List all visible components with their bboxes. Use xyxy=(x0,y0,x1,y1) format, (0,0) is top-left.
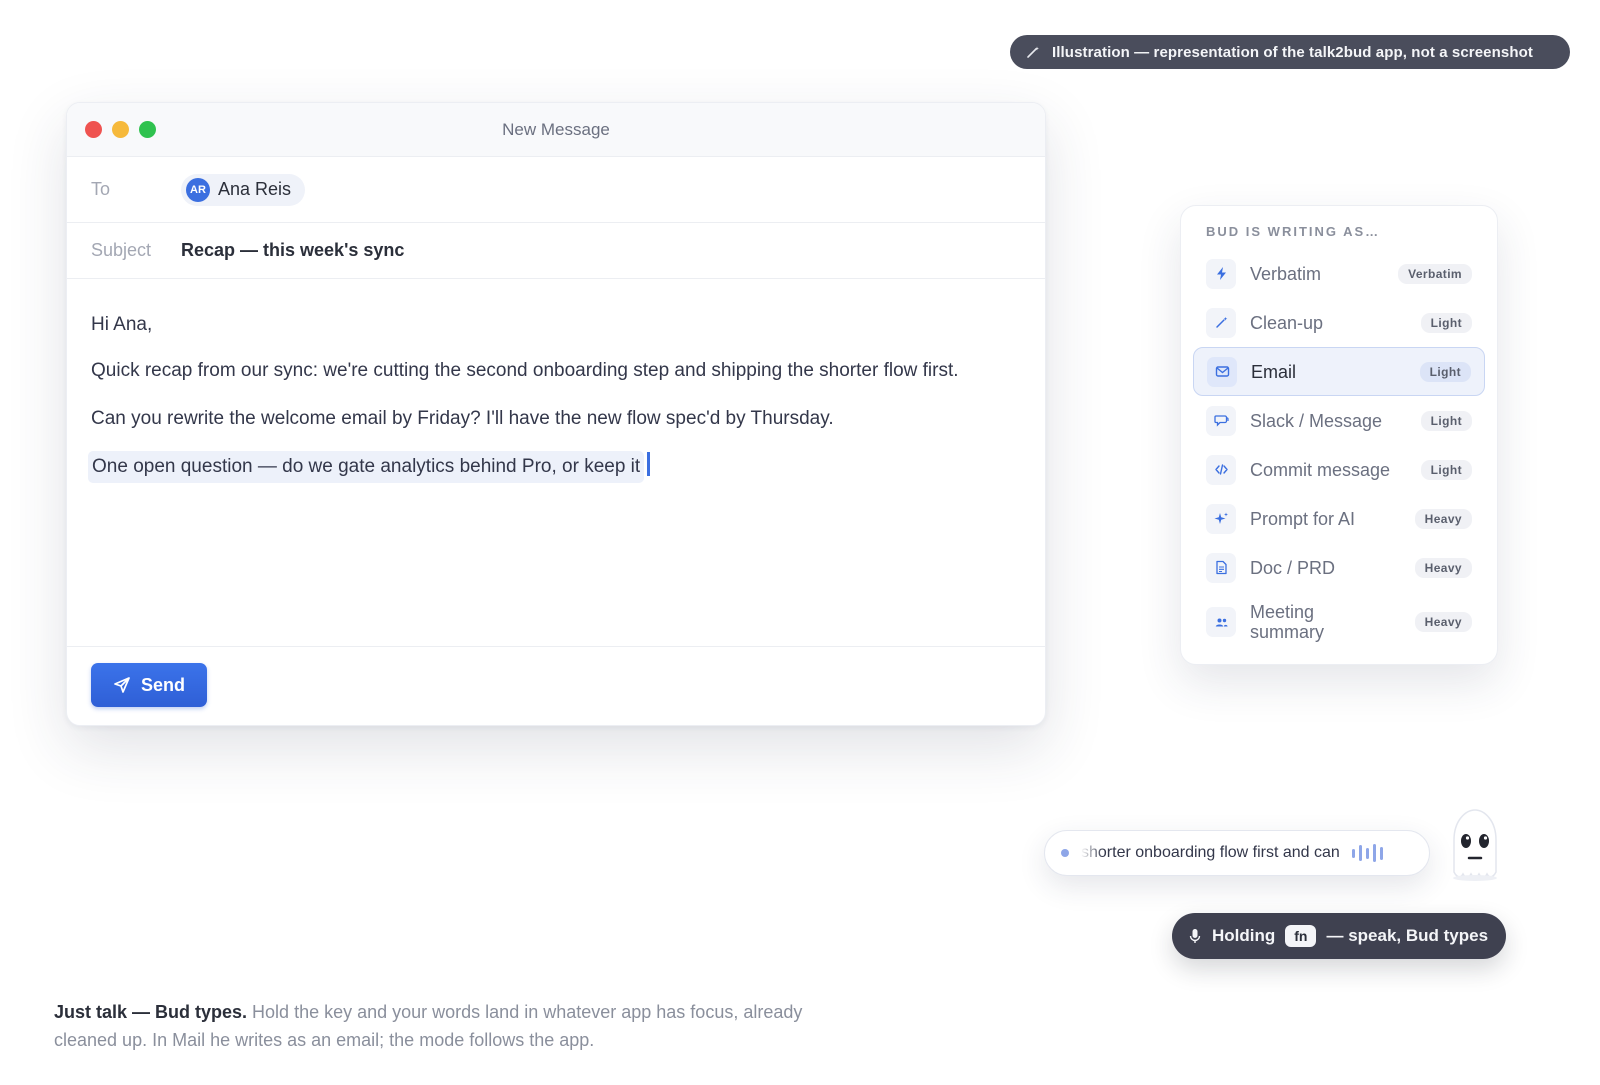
compose-footer: Send xyxy=(67,647,1045,723)
mode-badge: Light xyxy=(1420,312,1472,333)
mode-item-meeting-summary[interactable]: Meeting summary Heavy xyxy=(1193,592,1485,652)
minimize-window-button[interactable] xyxy=(112,121,129,138)
body-greeting: Hi Ana, xyxy=(91,314,153,335)
envelope-icon xyxy=(1207,356,1237,387)
hold-to-speak-pill: Holding fn — speak, Bud types xyxy=(1172,913,1506,959)
send-button-label: Send xyxy=(141,674,186,695)
mode-badge: Heavy xyxy=(1414,508,1472,529)
zoom-window-button[interactable] xyxy=(139,121,156,138)
to-label: To xyxy=(91,179,111,199)
subject-value[interactable]: Recap — this week's sync xyxy=(181,240,404,261)
caption: Just talk — Bud types. Hold the key and … xyxy=(54,998,814,1054)
caption-lead: Just talk — Bud types. xyxy=(54,1002,248,1022)
body-live-paragraph: One open question — do we gate analytics… xyxy=(88,451,1021,483)
live-transcript-pill: shorter onboarding flow first and can xyxy=(1044,830,1430,876)
microphone-icon xyxy=(1189,929,1201,943)
mode-badge: Heavy xyxy=(1414,612,1472,632)
recipient-name: Ana Reis xyxy=(218,179,292,199)
sparkle-icon xyxy=(1206,503,1236,534)
mode-item-clean-up[interactable]: Clean-up Light xyxy=(1193,298,1485,347)
wand-icon xyxy=(1027,46,1039,58)
transcript-text: shorter onboarding flow first and can xyxy=(1081,844,1340,861)
subject-field[interactable]: Subject Recap — this week's sync xyxy=(67,223,1045,279)
mode-label: Slack / Message xyxy=(1250,410,1383,431)
mode-label: Commit message xyxy=(1250,459,1391,480)
mode-item-email[interactable]: Email Light xyxy=(1193,347,1485,396)
mode-item-verbatim[interactable]: Verbatim Verbatim xyxy=(1193,249,1485,298)
waveform-icon xyxy=(1351,844,1383,862)
recipient-chip[interactable]: AR Ana Reis xyxy=(181,173,306,206)
chat-bubble-icon xyxy=(1206,405,1236,436)
subject-label: Subject xyxy=(91,240,152,260)
bud-ghost-mascot xyxy=(1453,809,1497,881)
bolt-icon xyxy=(1206,258,1236,289)
mode-badge: Light xyxy=(1420,459,1472,480)
holding-suffix: — speak, Bud types xyxy=(1326,926,1489,945)
mode-label: Doc / PRD xyxy=(1250,557,1336,578)
window-titlebar: New Message xyxy=(67,103,1045,157)
holding-prefix: Holding xyxy=(1212,926,1276,945)
mode-label: Prompt for AI xyxy=(1250,508,1356,529)
mode-item-doc-prd[interactable]: Doc / PRD Heavy xyxy=(1193,543,1485,592)
mode-label: Clean-up xyxy=(1250,312,1324,333)
fn-key: fn xyxy=(1285,925,1317,947)
body-paragraph: Quick recap from our sync: we're cutting… xyxy=(91,360,959,381)
live-dictation-line: One open question — do we gate analytics… xyxy=(88,451,645,483)
mode-item-slack-message[interactable]: Slack / Message Light xyxy=(1193,396,1485,445)
mode-item-prompt-for-ai[interactable]: Prompt for AI Heavy xyxy=(1193,494,1485,543)
mode-badge: Light xyxy=(1419,361,1471,382)
recipient-avatar: AR xyxy=(186,177,210,202)
mail-compose-window: New Message To AR Ana Reis Subject Recap… xyxy=(66,102,1046,726)
illustration-badge: Illustration — representation of the tal… xyxy=(1010,35,1570,69)
message-body[interactable]: Hi Ana, Quick recap from our sync: we're… xyxy=(67,279,1045,647)
mode-item-commit-message[interactable]: Commit message Light xyxy=(1193,445,1485,494)
mode-label: Verbatim xyxy=(1250,263,1322,284)
send-button[interactable]: Send xyxy=(91,663,208,707)
people-icon xyxy=(1206,607,1236,637)
body-paragraph: Can you rewrite the welcome email by Fri… xyxy=(91,408,834,429)
document-icon xyxy=(1206,552,1236,583)
close-window-button[interactable] xyxy=(85,121,102,138)
mode-badge: Light xyxy=(1420,410,1472,431)
illustration-badge-text: Illustration — representation of the tal… xyxy=(1052,43,1533,61)
mode-badge: Verbatim xyxy=(1398,263,1472,284)
paper-plane-icon xyxy=(114,677,130,693)
mode-badge: Heavy xyxy=(1414,557,1472,578)
to-field[interactable]: To AR Ana Reis xyxy=(67,157,1045,223)
mode-label: Email xyxy=(1251,361,1297,382)
window-controls xyxy=(85,121,156,138)
recording-dot xyxy=(1061,849,1069,857)
panel-heading: BUD IS WRITING AS… xyxy=(1206,224,1381,239)
text-caret xyxy=(647,452,650,476)
code-icon xyxy=(1206,454,1236,485)
wand-icon xyxy=(1206,307,1236,338)
mode-label: Meeting summary xyxy=(1250,602,1325,642)
writing-mode-panel: BUD IS WRITING AS… Verbatim Verbatim Cle… xyxy=(1180,205,1498,665)
window-title: New Message xyxy=(502,119,610,139)
